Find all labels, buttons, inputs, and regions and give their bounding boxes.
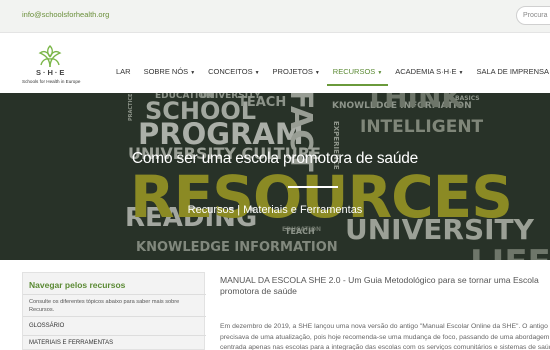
caret-down-icon: ▼ [377, 70, 383, 76]
search-input[interactable]: Procura [516, 6, 550, 25]
nav-item-lar[interactable]: LAR [116, 67, 131, 76]
article: MANUAL DA ESCOLA SHE 2.0 - Um Guia Metod… [220, 275, 550, 350]
hero-title: Como ser uma escola promotora de saúde [131, 150, 419, 167]
caret-down-icon: ▼ [314, 70, 320, 76]
contact-email-link[interactable]: info@schoolsforhealth.org [22, 10, 109, 19]
nav-item-academia[interactable]: ACADEMIA S·H·E ▼ [395, 67, 463, 76]
divider [23, 335, 206, 336]
divider [23, 294, 206, 295]
nav-item-sala-de-imprensa[interactable]: SALA DE IMPRENSA▼ [476, 67, 550, 76]
article-title[interactable]: MANUAL DA ESCOLA SHE 2.0 - Um Guia Metod… [220, 275, 550, 297]
top-bar: info@schoolsforhealth.org Procura [0, 0, 550, 33]
hero-overlay [0, 93, 550, 260]
hero-banner: EDUCATION UNIVERSITY SCHOOL TEACH PROGRA… [0, 93, 550, 260]
hero-subtitle: Recursos | Materiais e Ferramentas [187, 204, 363, 216]
nav-item-recursos[interactable]: RECURSOS ▼ [326, 67, 389, 86]
resources-nav-panel: Navegar pelos recursos Consulte os difer… [22, 272, 206, 350]
nav-item-projetos[interactable]: PROJETOS ▼ [273, 67, 320, 76]
logo-wordmark: S·H·E [36, 68, 67, 77]
caret-down-icon: ▼ [190, 70, 196, 76]
article-body: Em dezembro de 2019, a SHE lançou uma no… [220, 323, 550, 350]
logo-tagline: Schools for Health in Europe [22, 79, 81, 84]
panel-description: Consulte os diferentes tópicos abaixo pa… [29, 299, 180, 313]
link-materiais-e-ferramentas[interactable]: MATERIAIS E FERRAMENTAS [29, 340, 113, 346]
site-header: S·H·E Schools for Health in Europe LAR S… [0, 33, 550, 93]
panel-title: Navegar pelos recursos [29, 280, 126, 290]
leaf-logo-icon [38, 45, 62, 68]
divider [23, 316, 206, 317]
caret-down-icon: ▼ [458, 70, 464, 76]
nav-item-conceitos[interactable]: CONCEITOS ▼ [208, 67, 259, 76]
nav-item-sobre-nos[interactable]: SOBRE NÓS ▼ [144, 67, 196, 76]
main-nav: LAR SOBRE NÓS ▼ CONCEITOS ▼ PROJETOS ▼ RECU… [116, 67, 550, 86]
hero-divider [288, 186, 338, 188]
link-glossario[interactable]: GLOSSÁRIO [29, 323, 64, 329]
caret-down-icon: ▼ [254, 70, 260, 76]
she-logo[interactable]: S·H·E Schools for Health in Europe [22, 45, 94, 89]
